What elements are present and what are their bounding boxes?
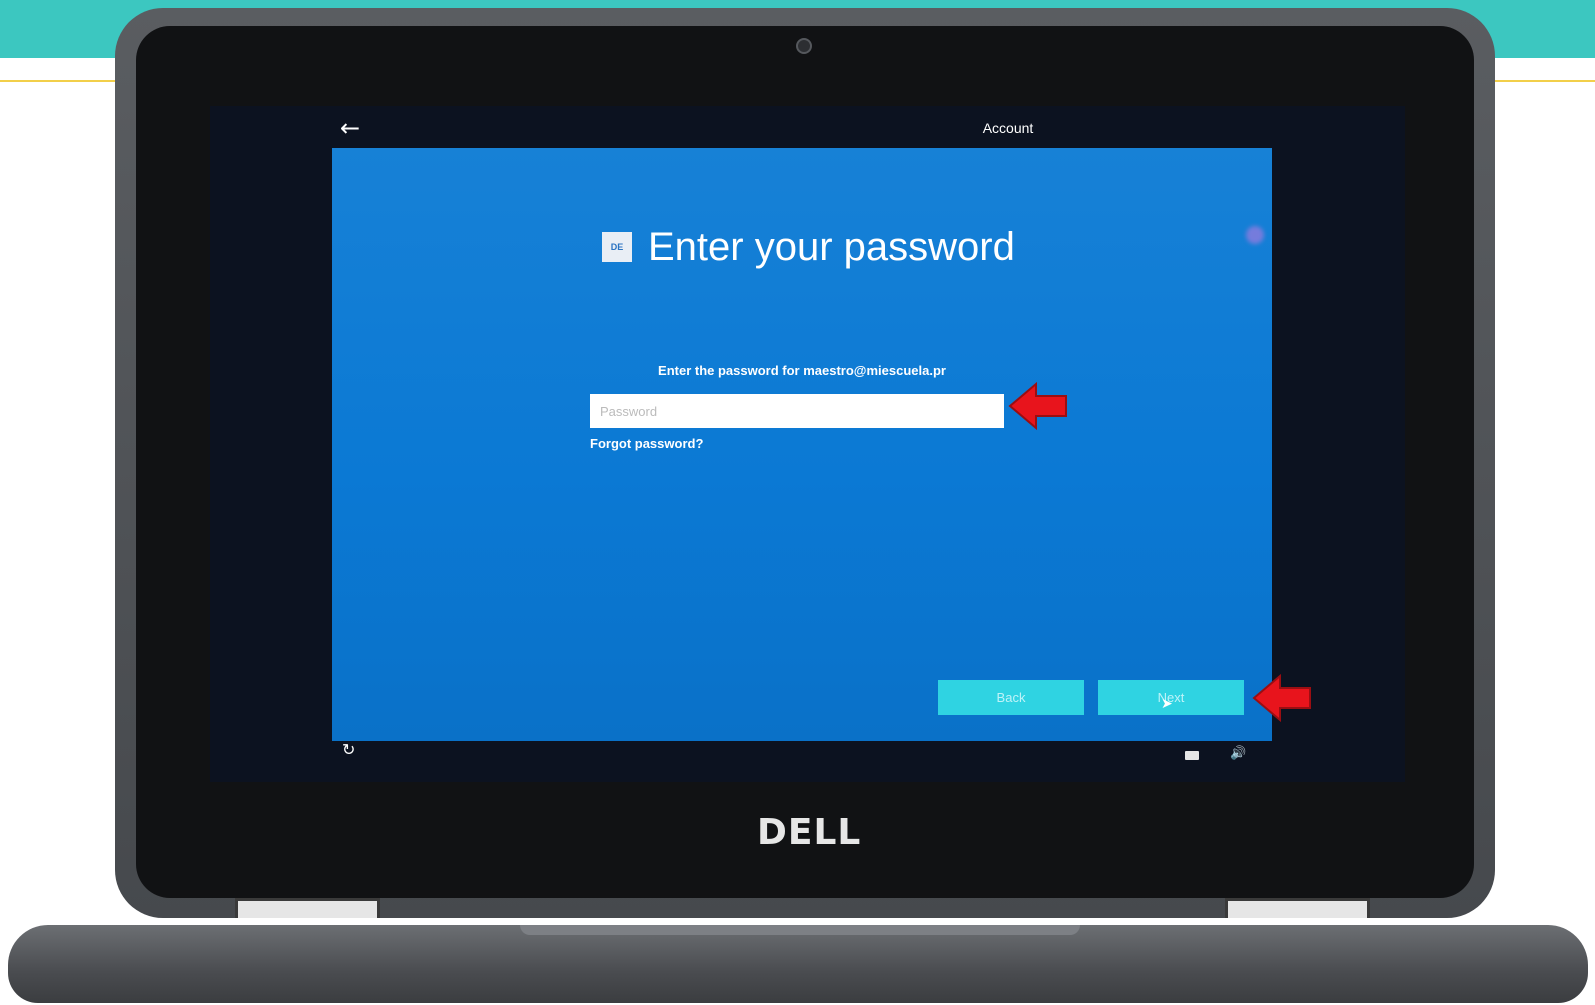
password-prompt: Enter the password for maestro@miescuela… (658, 363, 946, 378)
volume-icon[interactable]: 🔊 (1230, 746, 1246, 761)
mouse-cursor-icon: ➤ (1161, 695, 1173, 711)
password-input[interactable] (590, 394, 1004, 428)
laptop-base (8, 925, 1588, 1003)
screen-glare (1246, 226, 1264, 244)
tab-account[interactable]: Account (916, 120, 1100, 151)
back-arrow-icon[interactable]: ← (340, 114, 360, 142)
laptop-base-lip (520, 925, 1080, 935)
page-title-text: Enter your password (648, 224, 1015, 269)
organization-logo-icon: DE (602, 232, 632, 262)
back-button[interactable]: Back (938, 680, 1084, 715)
dell-logo: DELL (757, 812, 862, 853)
setup-panel: DE Enter your password Enter the passwor… (332, 148, 1272, 741)
keyboard-icon[interactable] (1185, 751, 1199, 760)
forgot-password-link[interactable]: Forgot password? (590, 436, 703, 451)
power-icon[interactable]: ↻ (342, 740, 355, 759)
right-hinge (1225, 898, 1370, 918)
left-hinge (235, 898, 380, 918)
laptop-screen: ← Account DE Enter your password Enter t… (210, 106, 1405, 782)
webcam-icon (796, 38, 812, 54)
page-title: DE Enter your password (602, 222, 1015, 272)
red-pointer-arrow-icon (1008, 381, 1067, 431)
red-pointer-arrow-icon (1252, 673, 1311, 723)
